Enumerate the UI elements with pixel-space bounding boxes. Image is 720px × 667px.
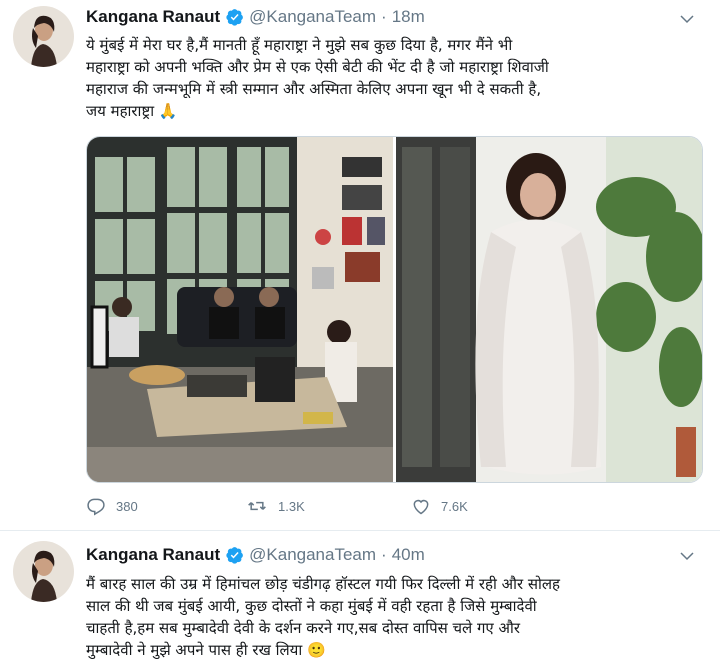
photo-portrait[interactable] bbox=[396, 137, 702, 482]
tweet-media[interactable] bbox=[86, 136, 703, 483]
author-handle[interactable]: @KanganaTeam bbox=[249, 545, 376, 565]
tweet-header: Kangana Ranaut @KanganaTeam · 40m bbox=[86, 545, 425, 565]
reply-count: 380 bbox=[116, 498, 138, 514]
tweet-timestamp[interactable]: 40m bbox=[392, 545, 425, 565]
avatar[interactable] bbox=[13, 541, 74, 602]
tweet[interactable]: Kangana Ranaut @KanganaTeam · 40m मैं बा… bbox=[0, 531, 720, 667]
separator-dot: · bbox=[381, 545, 387, 564]
tweet-actions: 380 1.3K 7.6K bbox=[86, 496, 561, 516]
reply-icon bbox=[87, 498, 105, 516]
author-name[interactable]: Kangana Ranaut bbox=[86, 7, 220, 27]
reply-button[interactable]: 380 bbox=[86, 496, 246, 516]
author-handle[interactable]: @KanganaTeam bbox=[249, 7, 376, 27]
like-button[interactable]: 7.6K bbox=[411, 496, 561, 516]
retweet-button[interactable]: 1.3K bbox=[246, 496, 411, 516]
tweet-text: मैं बारह साल की उम्र में हिमांचल छोड़ चं… bbox=[86, 575, 561, 659]
verified-badge-icon bbox=[226, 546, 244, 564]
tweet-text: ये मुंबई में मेरा घर है,मैं मानती हूँ मह… bbox=[86, 36, 549, 120]
tweet-timestamp[interactable]: 18m bbox=[392, 7, 425, 27]
verified-badge-icon bbox=[226, 8, 244, 26]
like-count: 7.6K bbox=[441, 498, 468, 514]
tweet[interactable]: Kangana Ranaut @KanganaTeam · 18m ये मुं… bbox=[0, 0, 720, 531]
chevron-down-icon[interactable] bbox=[678, 10, 696, 28]
retweet-count: 1.3K bbox=[278, 498, 305, 514]
like-icon bbox=[413, 499, 429, 515]
author-name[interactable]: Kangana Ranaut bbox=[86, 545, 220, 565]
chevron-down-icon[interactable] bbox=[678, 547, 696, 565]
photo-living-room[interactable] bbox=[87, 137, 393, 482]
avatar[interactable] bbox=[13, 6, 74, 67]
tweet-header: Kangana Ranaut @KanganaTeam · 18m bbox=[86, 7, 425, 27]
separator-dot: · bbox=[381, 7, 387, 26]
retweet-icon bbox=[248, 501, 266, 511]
